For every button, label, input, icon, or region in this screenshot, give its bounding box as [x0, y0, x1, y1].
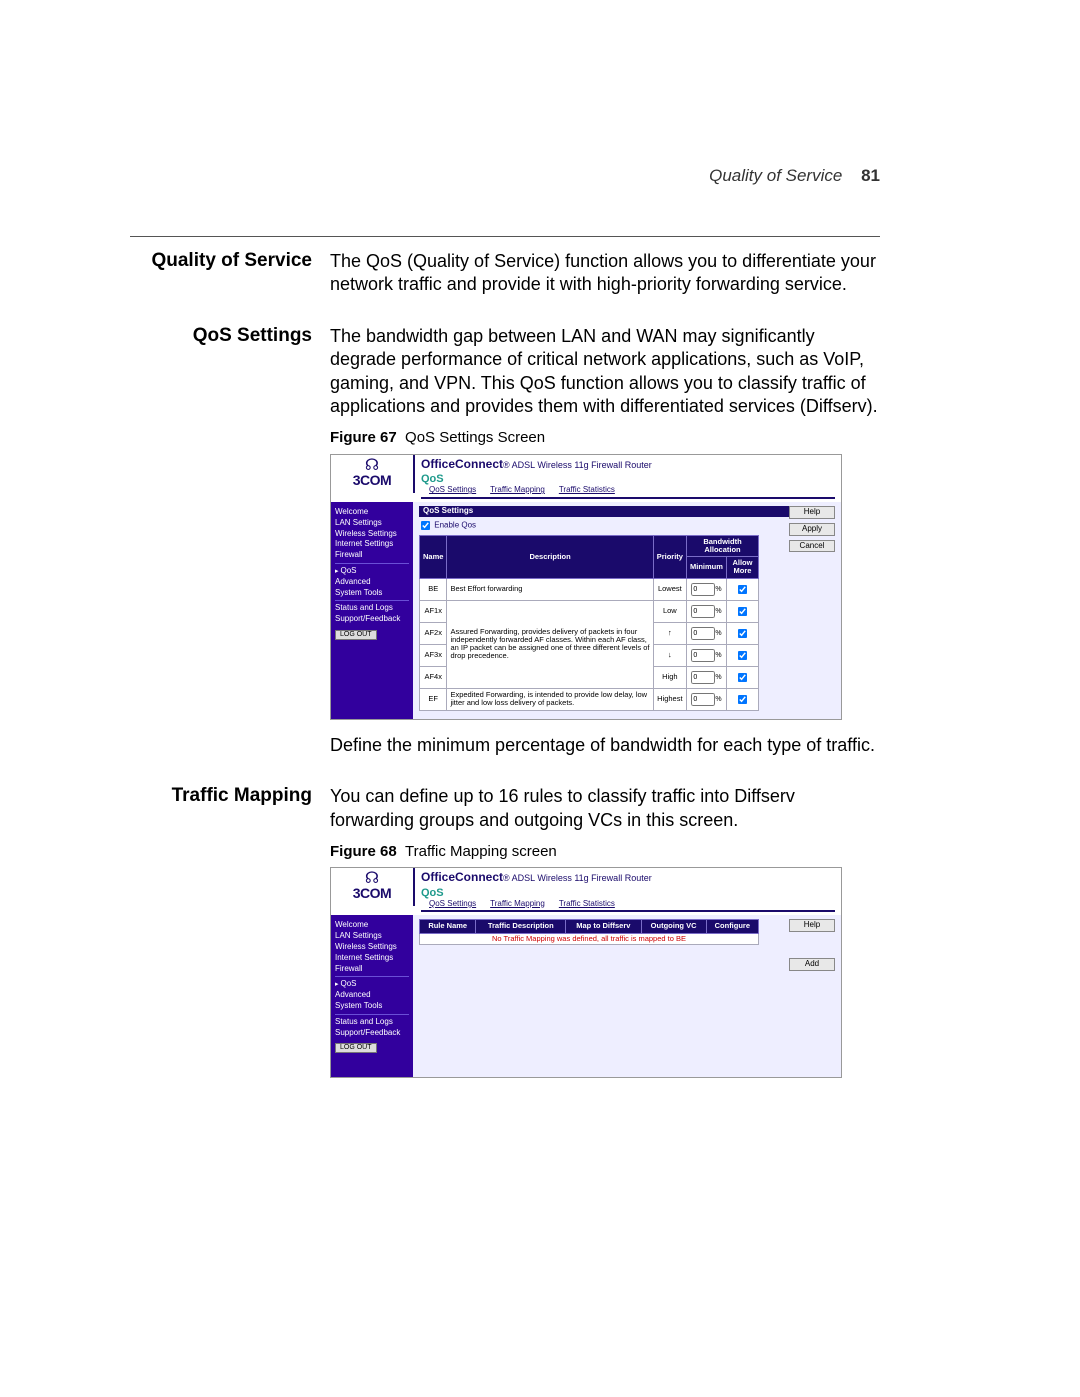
logout-button[interactable]: LOG OUT	[335, 1043, 377, 1053]
tab-traffic-mapping[interactable]: Traffic Mapping	[490, 486, 545, 495]
nav-welcome[interactable]: Welcome	[335, 921, 409, 930]
allow-more-checkbox[interactable]	[738, 607, 747, 616]
product-title: OfficeConnect® ADSL Wireless 11g Firewal…	[421, 871, 835, 884]
panel-title: QoS Settings	[419, 506, 835, 517]
nav-qos[interactable]: QoS	[335, 567, 409, 576]
allow-more-checkbox[interactable]	[738, 629, 747, 638]
help-button[interactable]: Help	[789, 919, 835, 932]
qos-table: Name Description Priority Bandwidth Allo…	[419, 535, 759, 711]
allow-more-checkbox[interactable]	[738, 673, 747, 682]
tab-bar: QoS Settings Traffic Mapping Traffic Sta…	[421, 899, 835, 913]
nav-system-tools[interactable]: System Tools	[335, 1002, 409, 1011]
heading-traffic-mapping: Traffic Mapping	[130, 785, 330, 1092]
enable-qos-checkbox[interactable]	[421, 521, 430, 530]
tab-traffic-statistics[interactable]: Traffic Statistics	[559, 486, 615, 495]
nav-internet[interactable]: Internet Settings	[335, 540, 409, 549]
min-input[interactable]	[691, 627, 715, 640]
figure-67-caption: Figure 67 QoS Settings Screen	[330, 428, 880, 448]
table-row: BE Best Effort forwarding Lowest %	[420, 578, 759, 600]
add-button[interactable]: Add	[789, 958, 835, 971]
enable-qos-row: Enable Qos	[419, 519, 835, 532]
tab-qos-settings[interactable]: QoS Settings	[429, 486, 476, 495]
screenshot-traffic-mapping: ☊ 3COM OfficeConnect® ADSL Wireless 11g …	[330, 867, 842, 1078]
logout-button[interactable]: LOG OUT	[335, 630, 377, 640]
nav-wireless[interactable]: Wireless Settings	[335, 943, 409, 952]
min-input[interactable]	[691, 649, 715, 662]
apply-button[interactable]: Apply	[789, 523, 835, 536]
product-title: OfficeConnect® ADSL Wireless 11g Firewal…	[421, 458, 835, 471]
nav-wireless[interactable]: Wireless Settings	[335, 530, 409, 539]
allow-more-checkbox[interactable]	[738, 651, 747, 660]
nav-welcome[interactable]: Welcome	[335, 508, 409, 517]
allow-more-checkbox[interactable]	[738, 585, 747, 594]
running-header: Quality of Service 81	[709, 166, 880, 186]
para-traffic-mapping: You can define up to 16 rules to classif…	[330, 785, 880, 832]
logo-3com: ☊ 3COM	[331, 868, 415, 906]
nav-support[interactable]: Support/Feedback	[335, 615, 409, 624]
heading-qos-settings: QoS Settings	[130, 325, 330, 757]
logo-3com: ☊ 3COM	[331, 455, 415, 493]
tab-traffic-mapping[interactable]: Traffic Mapping	[490, 900, 545, 909]
table-row: AF1x Assured Forwarding, provides delive…	[420, 600, 759, 622]
min-input[interactable]	[691, 671, 715, 684]
nav-advanced[interactable]: Advanced	[335, 991, 409, 1000]
nav-status[interactable]: Status and Logs	[335, 604, 409, 613]
cancel-button[interactable]: Cancel	[789, 540, 835, 553]
nav-system-tools[interactable]: System Tools	[335, 589, 409, 598]
tab-bar: QoS Settings Traffic Mapping Traffic Sta…	[421, 485, 835, 499]
min-input[interactable]	[691, 605, 715, 618]
sidebar-nav: Welcome LAN Settings Wireless Settings I…	[331, 502, 413, 719]
nav-lan[interactable]: LAN Settings	[335, 519, 409, 528]
para-qos-settings: The bandwidth gap between LAN and WAN ma…	[330, 325, 880, 419]
nav-firewall[interactable]: Firewall	[335, 551, 409, 560]
allow-more-checkbox[interactable]	[738, 695, 747, 704]
para-qos-intro: The QoS (Quality of Service) function al…	[330, 250, 880, 297]
nav-advanced[interactable]: Advanced	[335, 578, 409, 587]
nav-firewall[interactable]: Firewall	[335, 965, 409, 974]
table-row: EF Expedited Forwarding, is intended to …	[420, 688, 759, 710]
page-number: 81	[861, 166, 880, 185]
section-crumb: QoS	[421, 473, 835, 485]
nav-status[interactable]: Status and Logs	[335, 1018, 409, 1027]
header-rule	[130, 236, 880, 237]
para-after-fig67: Define the minimum percentage of bandwid…	[330, 734, 880, 757]
section-crumb: QoS	[421, 887, 835, 899]
screenshot-qos-settings: ☊ 3COM OfficeConnect® ADSL Wireless 11g …	[330, 454, 842, 720]
traffic-mapping-table: Rule Name Traffic Description Map to Dif…	[419, 919, 759, 945]
heading-quality-of-service: Quality of Service	[130, 250, 330, 297]
min-input[interactable]	[691, 583, 715, 596]
figure-68-caption: Figure 68 Traffic Mapping screen	[330, 842, 880, 862]
help-button[interactable]: Help	[789, 506, 835, 519]
tab-traffic-statistics[interactable]: Traffic Statistics	[559, 900, 615, 909]
nav-support[interactable]: Support/Feedback	[335, 1029, 409, 1038]
running-title: Quality of Service	[709, 166, 842, 185]
sidebar-nav: Welcome LAN Settings Wireless Settings I…	[331, 915, 413, 1077]
nav-internet[interactable]: Internet Settings	[335, 954, 409, 963]
nav-qos[interactable]: QoS	[335, 980, 409, 989]
tab-qos-settings[interactable]: QoS Settings	[429, 900, 476, 909]
min-input[interactable]	[691, 693, 715, 706]
nav-lan[interactable]: LAN Settings	[335, 932, 409, 941]
empty-state-row: No Traffic Mapping was defined, all traf…	[420, 933, 759, 944]
